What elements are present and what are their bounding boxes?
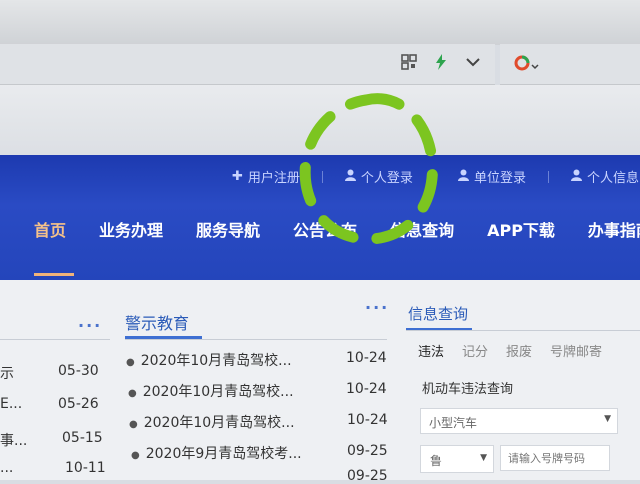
list-item-date: 05-30 [58,363,99,379]
divider [547,170,549,183]
list-item[interactable]: ● 2020年10月青岛驾校... 10-24 [129,412,388,432]
info-query-title[interactable]: 信息查询 [408,303,468,324]
nav-service-guide[interactable]: 服务导航 [196,217,260,241]
nav-business[interactable]: 业务办理 [99,217,163,241]
nav-info-query[interactable]: 信息查询 [390,217,454,241]
list-item-date: 10-24 [346,350,387,366]
tab-scrap[interactable]: 报废 [506,341,532,360]
list-item-date: 05-15 [62,430,103,446]
user-icon [570,169,582,185]
tab-plate-mail[interactable]: 号牌邮寄 [550,341,602,360]
vehicle-type-value: 小型汽车 [429,416,478,430]
register-label: 用户注册 [247,171,300,186]
main-nav: 首页 业务办理 服务导航 公告公布 信息查询 APP下载 办事指南 [34,217,640,241]
list-item[interactable]: ● 2020年9月青岛驾校考... 09-25 [131,443,388,463]
unit-login-link[interactable]: 单位登录 [457,167,526,186]
nav-active-indicator [34,273,74,276]
lightning-icon[interactable] [433,54,449,70]
list-item-date: 10-11 [65,460,106,476]
list-item-title: E... [0,396,23,412]
list-item[interactable]: ... 10-11 [0,460,106,476]
list-item[interactable]: ● 2020年10月青岛驾校... 10-24 [126,350,387,370]
query-tabs: 违法 记分 报废 号牌邮寄 [418,341,620,360]
list-item-title: ... [0,460,14,476]
address-bar-icons [401,54,481,70]
list-item-title: 2020年9月青岛驾校考... [145,446,302,462]
nav-home[interactable]: 首页 [34,217,66,241]
warning-title[interactable]: 警示教育 [125,310,189,334]
nav-app-download[interactable]: APP下载 [487,217,555,241]
list-item-date: 05-26 [58,396,99,412]
list-item[interactable]: 事... 05-15 [0,430,103,450]
divider [434,170,436,183]
tab-violation[interactable]: 违法 [418,341,444,360]
query-heading: 机动车违法查询 [422,382,514,397]
more-link[interactable]: ··· [78,316,102,335]
page-top-gap [0,85,640,155]
site-header: ✚ 用户注册 个人登录 单位登录 个人信息申诉 首页 业务办理 服务导航 [0,155,640,280]
browser-tab-strip [0,0,640,45]
list-item-date: 09-25 [347,468,388,484]
divider [321,170,323,183]
list-item-title: 事... [0,433,28,449]
nav-announcements[interactable]: 公告公布 [293,217,357,241]
caret-down-icon: ▼ [480,453,487,463]
bullet: ● [126,357,135,368]
content-area: ··· 示 05-30 E... 05-26 事... 05-15 ... 10… [0,280,640,484]
list-item[interactable]: E... 05-26 [0,396,99,412]
plus-icon: ✚ [232,169,243,184]
list-item-date: 10-24 [346,381,387,397]
extension-icon[interactable] [514,54,539,71]
list-item[interactable]: 示 05-30 [0,363,99,383]
info-query-panel: 信息查询 违法 记分 报废 号牌邮寄 机动车违法查询 小型汽车 ▼ 鲁 ▼ [398,290,640,480]
register-link[interactable]: ✚ 用户注册 [232,167,300,186]
list-item-date: 09-25 [347,443,388,459]
list-item-date: 10-24 [347,412,388,428]
user-icon [457,169,469,185]
list-item-title: 2020年10月青岛驾校... [143,415,295,431]
bullet: ● [129,419,138,430]
divider [125,339,387,340]
list-item[interactable]: ● 2020年10月青岛驾校... 10-24 [128,381,387,401]
personal-login-link[interactable]: 个人登录 [344,167,413,186]
complaint-label: 个人信息申诉 [586,171,640,186]
extension-area [500,44,640,85]
account-topbar: ✚ 用户注册 个人登录 单位登录 个人信息申诉 [232,167,640,186]
province-value: 鲁 [430,454,443,468]
chevron-down-icon[interactable] [465,54,481,70]
tab-points[interactable]: 记分 [462,341,488,360]
vehicle-type-select[interactable]: 小型汽车 ▼ [420,408,618,434]
caret-down-icon: ▼ [604,414,611,424]
user-icon [344,169,356,185]
divider [406,330,640,331]
personal-login-label: 个人登录 [360,171,413,186]
qr-code-icon[interactable] [401,54,417,70]
list-item-title: 2020年10月青岛驾校... [142,384,294,400]
complaint-link[interactable]: 个人信息申诉 [570,167,640,186]
more-link[interactable]: ··· [365,298,389,317]
list-item-title: 示 [0,366,14,382]
plate-number-input[interactable] [500,445,610,471]
province-select[interactable]: 鲁 ▼ [420,445,494,473]
bullet: ● [128,388,137,399]
list-item-title: 2020年10月青岛驾校... [140,353,292,369]
bullet: ● [131,450,140,461]
nav-guide[interactable]: 办事指南 [588,217,640,241]
address-bar[interactable] [0,44,495,85]
divider [0,339,110,340]
unit-login-label: 单位登录 [473,171,526,186]
